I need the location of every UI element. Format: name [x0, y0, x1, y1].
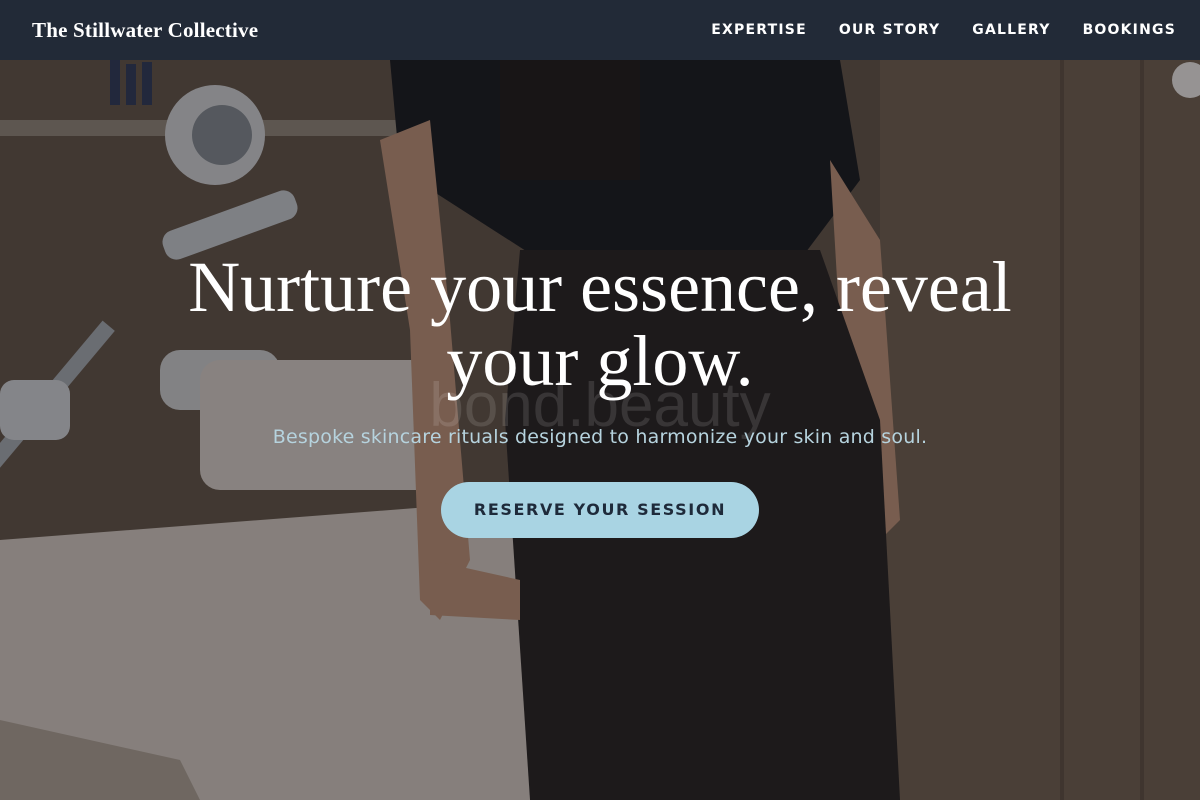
- nav-link-gallery[interactable]: GALLERY: [972, 22, 1050, 38]
- brand-logo-text[interactable]: The Stillwater Collective: [32, 18, 258, 43]
- main-navigation: EXPERTISE OUR STORY GALLERY BOOKINGS: [711, 22, 1176, 38]
- hero-headline: Nurture your essence, reveal your glow.: [188, 247, 1012, 401]
- reserve-session-button[interactable]: RESERVE YOUR SESSION: [441, 482, 759, 538]
- nav-link-expertise[interactable]: EXPERTISE: [711, 22, 807, 38]
- hero-section: Nurture your essence, reveal your glow. …: [0, 250, 1200, 538]
- top-navbar: The Stillwater Collective EXPERTISE OUR …: [0, 0, 1200, 60]
- nav-link-bookings[interactable]: BOOKINGS: [1083, 22, 1176, 38]
- hero-subtitle: Bespoke skincare rituals designed to har…: [272, 426, 928, 448]
- nav-link-our-story[interactable]: OUR STORY: [839, 22, 940, 38]
